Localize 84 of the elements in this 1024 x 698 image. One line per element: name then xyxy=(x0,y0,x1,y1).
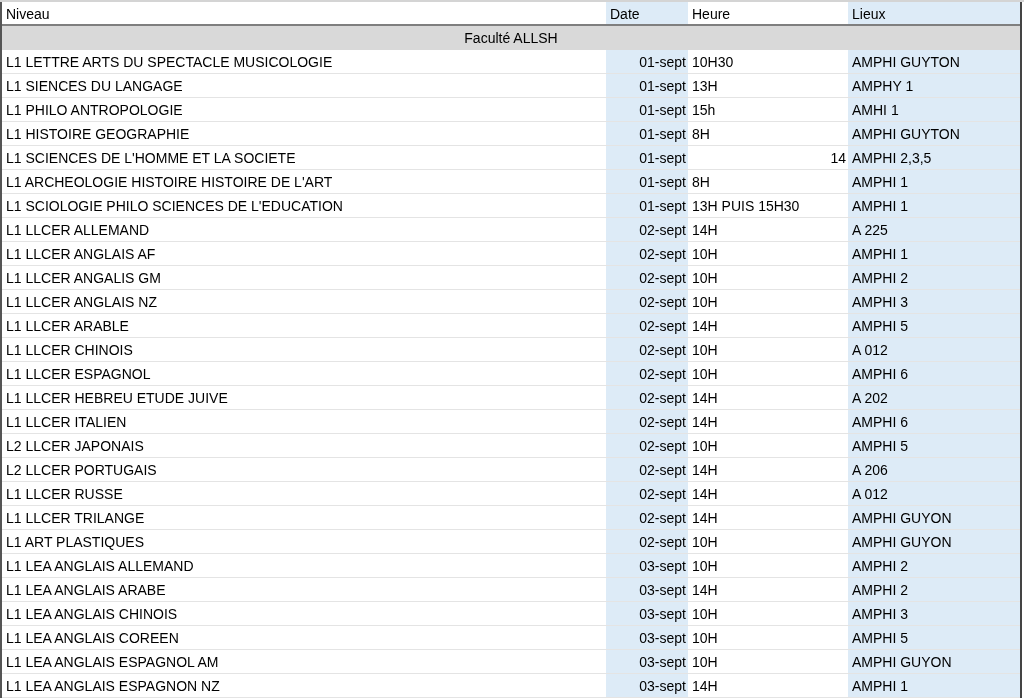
table-cell: A 012 xyxy=(848,482,1020,506)
table-cell: 03-sept xyxy=(606,578,688,602)
table-cell: 02-sept xyxy=(606,218,688,242)
table-cell: 02-sept xyxy=(606,314,688,338)
table-cell: L1 SIENCES DU LANGAGE xyxy=(2,74,606,98)
table-cell: A 206 xyxy=(848,458,1020,482)
table-cell: 02-sept xyxy=(606,482,688,506)
table-cell: L1 ARCHEOLOGIE HISTOIRE HISTOIRE DE L'ART xyxy=(2,170,606,194)
table-cell: 03-sept xyxy=(606,626,688,650)
table-cell: L2 LLCER JAPONAIS xyxy=(2,434,606,458)
table-cell: AMPHI 1 xyxy=(848,242,1020,266)
table-cell: 03-sept xyxy=(606,602,688,626)
table-cell: AMPHI 2 xyxy=(848,554,1020,578)
column-header: Lieux xyxy=(848,2,1020,26)
table-cell: 03-sept xyxy=(606,554,688,578)
table-cell: AMPHI 5 xyxy=(848,434,1020,458)
table-cell: AMPHI 2,3,5 xyxy=(848,146,1020,170)
table-cell: AMPHI GUYTON xyxy=(848,50,1020,74)
table-cell: L1 PHILO ANTROPOLOGIE xyxy=(2,98,606,122)
table-cell: 02-sept xyxy=(606,458,688,482)
table-cell: 01-sept xyxy=(606,98,688,122)
table-cell: AMPHI GUYON xyxy=(848,506,1020,530)
table-cell: L1 LEA ANGLAIS ALLEMAND xyxy=(2,554,606,578)
table-cell: 03-sept xyxy=(606,650,688,674)
table-cell: 02-sept xyxy=(606,434,688,458)
table-cell: L1 LLCER ITALIEN xyxy=(2,410,606,434)
table-cell: L1 LEA ANGLAIS ESPAGNOL AM xyxy=(2,650,606,674)
table-cell: AMPHI 1 xyxy=(848,674,1020,698)
table-cell: L1 LLCER ANGLAIS AF xyxy=(2,242,606,266)
table-cell: AMPHI 1 xyxy=(848,170,1020,194)
table-cell: 02-sept xyxy=(606,530,688,554)
table-cell: L1 SCIOLOGIE PHILO SCIENCES DE L'EDUCATION xyxy=(2,194,606,218)
table-cell: L1 ART PLASTIQUES xyxy=(2,530,606,554)
table-cell: L1 SCIENCES DE L'HOMME ET LA SOCIETE xyxy=(2,146,606,170)
table-cell: L1 LLCER CHINOIS xyxy=(2,338,606,362)
table-cell: L1 LLCER ARABLE xyxy=(2,314,606,338)
table-cell: 01-sept xyxy=(606,50,688,74)
table-cell: L2 LLCER PORTUGAIS xyxy=(2,458,606,482)
table-cell: 01-sept xyxy=(606,146,688,170)
table-cell: AMPHI 3 xyxy=(848,290,1020,314)
table-cell: 02-sept xyxy=(606,410,688,434)
table-cell: L1 LETTRE ARTS DU SPECTACLE MUSICOLOGIE xyxy=(2,50,606,74)
table-cell: 01-sept xyxy=(606,170,688,194)
table-cell: 01-sept xyxy=(606,122,688,146)
table-cell: 02-sept xyxy=(606,290,688,314)
table-cell: L1 LEA ANGLAIS ESPAGNON NZ xyxy=(2,674,606,698)
table-cell: L1 LLCER TRILANGE xyxy=(2,506,606,530)
table-cell: AMHI 1 xyxy=(848,98,1020,122)
table-cell: AMPHI GUYON xyxy=(848,530,1020,554)
table-cell: A 012 xyxy=(848,338,1020,362)
group-header: Faculté ALLSH xyxy=(2,26,1020,50)
table-cell: L1 LLCER RUSSE xyxy=(2,482,606,506)
table-cell: AMPHI 6 xyxy=(848,410,1020,434)
table-cell: 02-sept xyxy=(606,362,688,386)
table-cell: L1 LLCER ALLEMAND xyxy=(2,218,606,242)
table-cell: AMPHI 2 xyxy=(848,578,1020,602)
table-cell: L1 LEA ANGLAIS CHINOIS xyxy=(2,602,606,626)
table-cell: AMPHI 3 xyxy=(848,602,1020,626)
table-cell: L1 LLCER ANGLAIS NZ xyxy=(2,290,606,314)
table-cell: L1 LLCER ESPAGNOL xyxy=(2,362,606,386)
table-cell: AMPHI 5 xyxy=(848,626,1020,650)
table-cell: L1 LLCER HEBREU ETUDE JUIVE xyxy=(2,386,606,410)
table-cell: AMPHI 2 xyxy=(848,266,1020,290)
table-cell: 01-sept xyxy=(606,74,688,98)
table-cell: AMPHY 1 xyxy=(848,74,1020,98)
table-cell: AMPHI 1 xyxy=(848,194,1020,218)
table-cell: AMPHI GUYON xyxy=(848,650,1020,674)
table-cell: L1 HISTOIRE GEOGRAPHIE xyxy=(2,122,606,146)
column-header: Date xyxy=(606,2,688,26)
table-cell: 03-sept xyxy=(606,674,688,698)
table-cell: 01-sept xyxy=(606,194,688,218)
table-cell: L1 LEA ANGLAIS COREEN xyxy=(2,626,606,650)
table-cell: L1 LLCER ANGALIS GM xyxy=(2,266,606,290)
table-cell: 02-sept xyxy=(606,266,688,290)
table-cell: A 225 xyxy=(848,218,1020,242)
table-cell: AMPHI 5 xyxy=(848,314,1020,338)
table-cell: 02-sept xyxy=(606,386,688,410)
table-cell: AMPHI 6 xyxy=(848,362,1020,386)
table-cell: L1 LEA ANGLAIS ARABE xyxy=(2,578,606,602)
table-cell: 02-sept xyxy=(606,338,688,362)
table-cell: A 202 xyxy=(848,386,1020,410)
table-cell: 02-sept xyxy=(606,506,688,530)
table-cell: 02-sept xyxy=(606,242,688,266)
table-cell: AMPHI GUYTON xyxy=(848,122,1020,146)
